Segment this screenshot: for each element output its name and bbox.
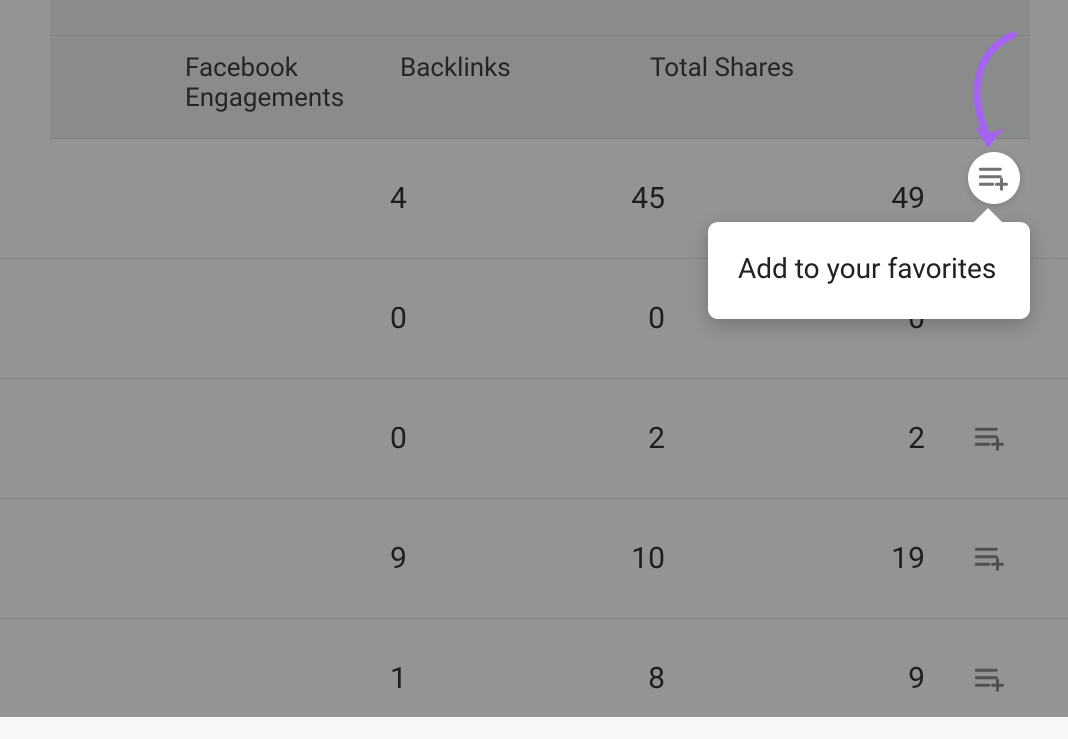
add-to-favorites-button[interactable] — [968, 657, 1012, 701]
cell-total-shares: 49 — [665, 181, 925, 216]
col-header-backlinks: Backlinks — [400, 54, 630, 84]
cell-total-shares: 19 — [665, 541, 925, 576]
cell-actions — [925, 416, 1025, 460]
playlist-add-icon — [975, 666, 1005, 692]
table-row: 1 8 9 — [0, 619, 1068, 739]
col-header-total-shares: Total Shares — [630, 54, 910, 84]
tooltip-add-to-favorites: Add to your favorites — [708, 222, 1030, 319]
cell-facebook-engagements: 0 — [0, 301, 400, 336]
add-to-favorites-button[interactable] — [968, 536, 1012, 580]
tooltip-text: Add to your favorites — [738, 250, 1002, 289]
table-header-row: Facebook Engagements Backlinks Total Sha… — [50, 36, 1030, 139]
playlist-add-icon — [975, 425, 1005, 451]
cell-total-shares: 9 — [665, 661, 925, 696]
cell-backlinks: 10 — [400, 541, 665, 576]
cell-backlinks: 0 — [400, 301, 665, 336]
table-header-spacer — [50, 0, 1030, 36]
cell-actions — [925, 657, 1025, 701]
cell-backlinks: 2 — [400, 421, 665, 456]
highlighted-favorite-wrap — [968, 152, 1020, 204]
cell-backlinks: 8 — [400, 661, 665, 696]
col-header-facebook-engagements: Facebook Engagements — [50, 54, 400, 114]
data-table: Facebook Engagements Backlinks Total Sha… — [0, 0, 1068, 717]
playlist-add-icon — [979, 165, 1009, 191]
cell-facebook-engagements: 4 — [0, 181, 400, 216]
cell-backlinks: 45 — [400, 181, 665, 216]
cell-actions — [925, 536, 1025, 580]
cell-facebook-engagements: 9 — [0, 541, 400, 576]
playlist-add-icon — [975, 545, 1005, 571]
add-to-favorites-button[interactable] — [968, 416, 1012, 460]
add-to-favorites-button[interactable] — [968, 152, 1020, 204]
table-row: 0 2 2 — [0, 379, 1068, 499]
cell-total-shares: 2 — [665, 421, 925, 456]
cell-facebook-engagements: 1 — [0, 661, 400, 696]
table-row: 9 10 19 — [0, 499, 1068, 619]
page-root: Facebook Engagements Backlinks Total Sha… — [0, 0, 1068, 717]
cell-facebook-engagements: 0 — [0, 421, 400, 456]
